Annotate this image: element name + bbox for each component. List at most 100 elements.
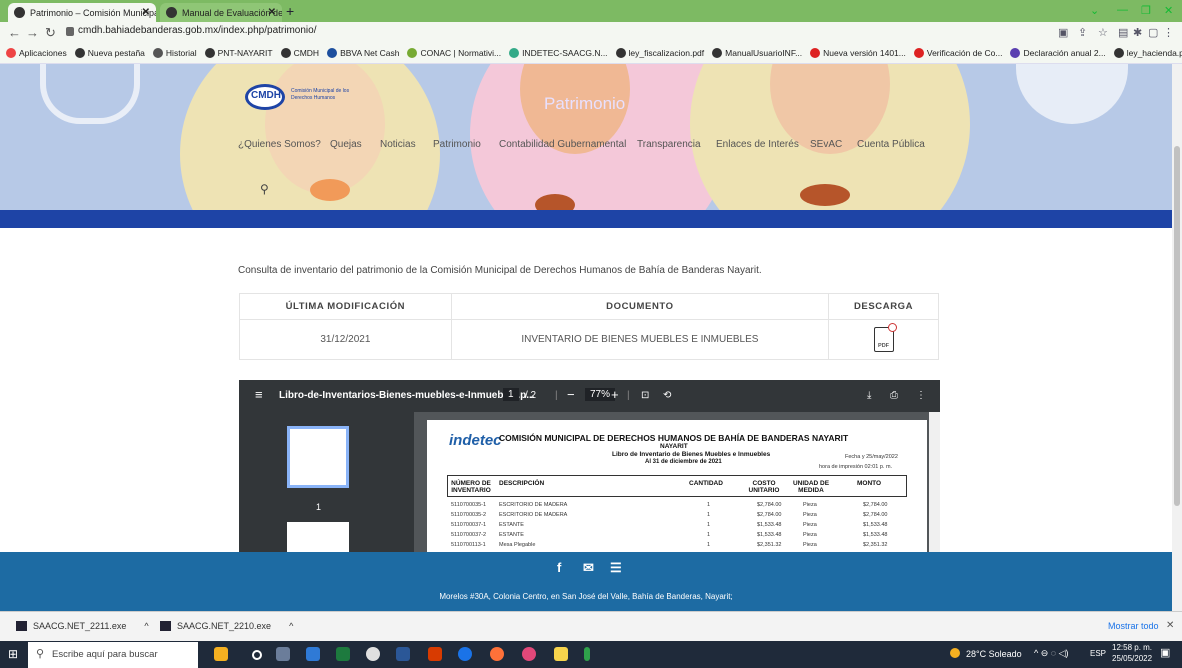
- clock-time[interactable]: 12:58 p. m.: [1112, 643, 1152, 652]
- file-explorer-icon[interactable]: [306, 647, 320, 661]
- pdf-scrollbar[interactable]: [929, 412, 940, 552]
- download-item[interactable]: SAACG.NET_2210.exe ^: [160, 621, 293, 631]
- bookmark-item[interactable]: Declaración anual 2...: [1010, 48, 1106, 58]
- show-all-link[interactable]: Mostrar todo: [1108, 621, 1159, 631]
- footer-address: Morelos #30A, Colonia Centro, en San Jos…: [439, 592, 733, 601]
- nav-transparencia[interactable]: Transparencia: [637, 139, 701, 150]
- rss-icon[interactable]: ☰: [610, 560, 622, 576]
- bookmark-item[interactable]: Historial: [152, 48, 197, 58]
- pin-icon[interactable]: [554, 647, 568, 661]
- close-window-button[interactable]: ✕: [1164, 4, 1173, 17]
- rotate-icon[interactable]: ⟲: [663, 390, 671, 401]
- bookmark-item[interactable]: Verificación de Co...: [913, 48, 1002, 58]
- menu-icon[interactable]: ≡: [255, 387, 263, 402]
- pdf-toolbar: ≡ Libro-de-Inventarios-Bienes-muebles-e-…: [239, 380, 940, 412]
- tab-search-icon[interactable]: ⌄: [1090, 4, 1099, 17]
- edge-icon[interactable]: [458, 647, 472, 661]
- browser-tab-bar: Patrimonio – Comisión Municipa ✕ Manual …: [0, 0, 1182, 22]
- task-view-icon[interactable]: [276, 647, 290, 661]
- cmdh-logo[interactable]: CMDH Comisión Municipal de los Derechos …: [245, 84, 375, 114]
- notifications-icon[interactable]: ▣: [1160, 646, 1170, 659]
- download-icon[interactable]: ⤓: [867, 390, 871, 401]
- page-scrollbar[interactable]: [1172, 64, 1182, 611]
- tab-patrimonio[interactable]: Patrimonio – Comisión Municipa ✕: [8, 3, 156, 22]
- search-icon[interactable]: ⚲: [260, 182, 269, 196]
- back-icon[interactable]: ←: [8, 25, 21, 40]
- download-item[interactable]: SAACG.NET_2211.exe ^: [16, 621, 149, 631]
- bookmark-item[interactable]: ley_hacienda.pdf: [1113, 48, 1182, 58]
- language-indicator[interactable]: ESP: [1090, 649, 1106, 658]
- nav-quienes-somos[interactable]: ¿Quienes Somos?: [238, 139, 321, 150]
- page-thumbnail[interactable]: [287, 522, 349, 552]
- sidepanel-icon[interactable]: ▢: [1148, 26, 1158, 39]
- windows-start-icon[interactable]: ⊞: [8, 647, 18, 661]
- profile-icon[interactable]: ⋮: [1163, 26, 1174, 39]
- doc-cell: 1: [707, 532, 711, 538]
- tab-manual[interactable]: Manual de Evaluación de Avance ✕: [160, 3, 282, 22]
- word-icon[interactable]: [396, 647, 410, 661]
- chevron-up-icon[interactable]: ^: [289, 621, 293, 631]
- zoom-in-icon[interactable]: +: [611, 387, 619, 402]
- nav-quejas[interactable]: Quejas: [330, 139, 362, 150]
- doc-cell: $2,784.00: [757, 512, 782, 518]
- pdf-download-icon[interactable]: PDF: [873, 323, 897, 352]
- nav-sevac[interactable]: SEvAC: [810, 139, 842, 150]
- url-field[interactable]: cmdh.bahiadebanderas.gob.mx/index.php/pa…: [78, 25, 317, 36]
- office-icon[interactable]: [428, 647, 442, 661]
- email-icon[interactable]: ✉: [583, 560, 594, 576]
- bookmark-label: CONAC | Normativi...: [420, 48, 502, 58]
- close-tab-icon[interactable]: ✕: [142, 7, 150, 18]
- nav-patrimonio[interactable]: Patrimonio: [433, 139, 481, 150]
- maximize-button[interactable]: ❐: [1141, 4, 1151, 17]
- bookmark-item[interactable]: Nueva versión 1401...: [810, 48, 906, 58]
- clock-date[interactable]: 25/05/2022: [1112, 654, 1152, 663]
- bookmark-item[interactable]: PNT-NAYARIT: [204, 48, 273, 58]
- nav-noticias[interactable]: Noticias: [380, 139, 416, 150]
- fit-page-icon[interactable]: ⊡: [641, 390, 649, 401]
- zoom-out-icon[interactable]: −: [567, 387, 575, 402]
- bookmark-item[interactable]: ley_fiscalizacion.pdf: [615, 48, 704, 58]
- facebook-icon[interactable]: f: [557, 560, 561, 575]
- weather-widget-icon[interactable]: [214, 647, 228, 661]
- app-icon[interactable]: [584, 647, 590, 661]
- bookmark-item[interactable]: CONAC | Normativi...: [407, 48, 501, 58]
- reload-icon[interactable]: ↻: [45, 25, 56, 41]
- star-icon[interactable]: ☆: [1098, 26, 1108, 39]
- bookmark-item[interactable]: INDETEC-SAACG.N...: [509, 48, 608, 58]
- bookmark-item[interactable]: Nueva pestaña: [74, 48, 145, 58]
- print-icon[interactable]: ⎙: [890, 390, 898, 401]
- chrome-icon[interactable]: [366, 647, 380, 661]
- excel-icon[interactable]: [336, 647, 350, 661]
- bookmark-item[interactable]: CMDH: [280, 48, 319, 58]
- new-tab-button[interactable]: +: [286, 3, 294, 19]
- nav-cuenta-publica[interactable]: Cuenta Pública: [857, 139, 925, 150]
- nav-enlaces[interactable]: Enlaces de Interés: [716, 139, 799, 150]
- puzzle-icon[interactable]: ✱: [1133, 26, 1142, 39]
- table-row: 31/12/2021 INVENTARIO DE BIENES MUEBLES …: [239, 319, 939, 360]
- col-inventario: NÚMERO DE INVENTARIO: [451, 480, 491, 494]
- page-input[interactable]: 1: [503, 388, 519, 401]
- chevron-up-icon[interactable]: ^: [144, 621, 148, 631]
- firefox-icon[interactable]: [490, 647, 504, 661]
- bookmark-item[interactable]: BBVA Net Cash: [327, 48, 399, 58]
- bookmark-item[interactable]: Aplicaciones: [6, 48, 67, 58]
- nav-contabilidad[interactable]: Contabilidad Gubernamental: [499, 139, 626, 150]
- more-icon[interactable]: ⋮: [916, 390, 926, 401]
- scrollbar-thumb[interactable]: [1174, 146, 1180, 506]
- forward-icon[interactable]: →: [26, 25, 39, 40]
- extension-icon[interactable]: ▤: [1118, 26, 1128, 39]
- cortana-icon[interactable]: [252, 650, 262, 660]
- doc-cell: $2,351.32: [863, 542, 888, 548]
- weather-text[interactable]: 28°C Soleado: [966, 649, 1022, 659]
- taskbar-search[interactable]: Escribe aquí para buscar: [28, 642, 198, 668]
- page-thumbnail[interactable]: [287, 426, 349, 488]
- close-tab-icon[interactable]: ✕: [268, 7, 276, 18]
- minimize-button[interactable]: —: [1117, 4, 1128, 16]
- share-icon[interactable]: ⇪: [1078, 26, 1087, 39]
- translate-icon[interactable]: ▣: [1058, 26, 1068, 39]
- bookmark-item[interactable]: ManualUsuarioINF...: [712, 48, 802, 58]
- tray-icons[interactable]: ^ ⊖ ◌ ◁): [1034, 648, 1069, 659]
- close-icon[interactable]: ✕: [1166, 620, 1174, 631]
- app-icon[interactable]: [522, 647, 536, 661]
- doc-date: Al 31 de diciembre de 2021: [645, 459, 722, 465]
